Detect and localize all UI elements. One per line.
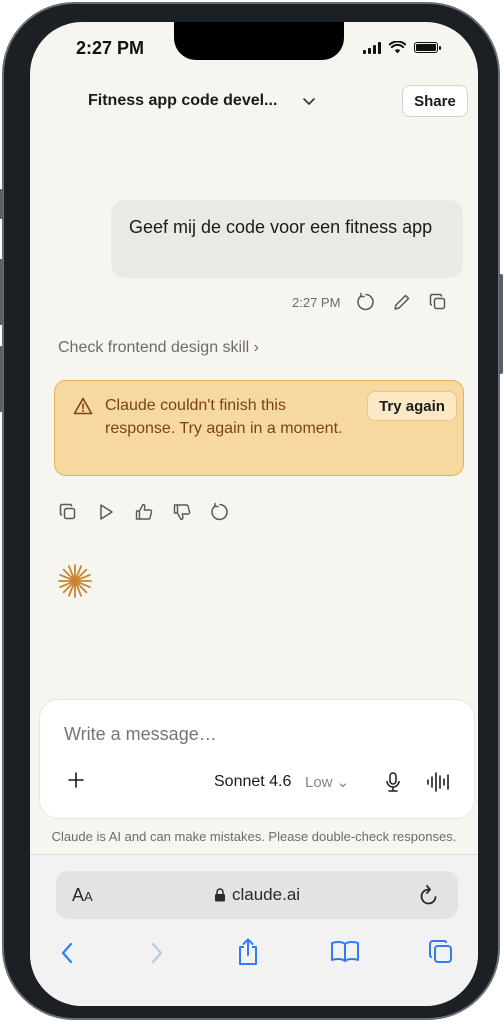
- message-time: 2:27 PM: [292, 294, 341, 310]
- copy-icon[interactable]: [428, 292, 448, 312]
- back-icon[interactable]: [60, 941, 74, 965]
- thumbs-down-icon[interactable]: [172, 502, 192, 522]
- power-button: [499, 274, 503, 374]
- response-actions: [58, 502, 230, 522]
- url-display[interactable]: claude.ai: [214, 885, 300, 905]
- message-input[interactable]: [64, 724, 424, 745]
- url-text: claude.ai: [232, 885, 301, 904]
- chat-title[interactable]: Fitness app code devel...: [88, 92, 277, 110]
- reload-icon[interactable]: [418, 883, 440, 907]
- regenerate-icon[interactable]: [210, 502, 230, 522]
- notch: [174, 22, 344, 60]
- message-composer: Sonnet 4.6 Low ⌄: [40, 700, 474, 818]
- volume-down-button: [0, 346, 3, 412]
- forward-icon[interactable]: [150, 941, 164, 965]
- check-skill-link[interactable]: Check frontend design skill ›: [58, 339, 259, 357]
- chevron-down-icon[interactable]: [302, 94, 316, 108]
- error-message: Claude couldn't finish this response. Tr…: [105, 397, 343, 437]
- signal-icon: [363, 41, 381, 54]
- mute-switch: [0, 189, 3, 219]
- tabs-icon[interactable]: [428, 939, 454, 965]
- microphone-icon[interactable]: [384, 771, 402, 793]
- reader-settings-button[interactable]: AA: [72, 885, 93, 906]
- screen: 2:27 PM Fitness app code devel... Share …: [30, 22, 478, 1006]
- regenerate-icon[interactable]: [356, 292, 376, 312]
- wifi-icon: [389, 41, 406, 54]
- address-bar[interactable]: AA claude.ai: [56, 871, 458, 919]
- share-button[interactable]: Share: [402, 85, 468, 117]
- model-selector[interactable]: Sonnet 4.6: [214, 773, 291, 791]
- copy-icon[interactable]: [58, 502, 78, 522]
- volume-up-button: [0, 259, 3, 325]
- warning-icon: [73, 397, 93, 415]
- share-icon[interactable]: [236, 937, 260, 967]
- skill-link-label: Check frontend design skill: [58, 339, 250, 356]
- edit-icon[interactable]: [392, 292, 412, 312]
- safari-nav: [30, 935, 478, 975]
- status-time: 2:27 PM: [76, 38, 145, 58]
- plus-icon[interactable]: [68, 772, 84, 788]
- message-actions: 2:27 PM: [292, 292, 448, 312]
- spark-icon: [58, 564, 92, 598]
- error-banner: Claude couldn't finish this response. Tr…: [54, 380, 464, 476]
- phone-frame: 2:27 PM Fitness app code devel... Share …: [0, 2, 503, 1020]
- disclaimer: Claude is AI and can make mistakes. Plea…: [51, 829, 457, 844]
- try-again-button[interactable]: Try again: [367, 391, 457, 421]
- status-icons: [363, 41, 441, 54]
- chevron-right-icon: ›: [253, 339, 259, 356]
- battery-icon: [414, 42, 441, 53]
- thumbs-up-icon[interactable]: [134, 502, 154, 522]
- bookmarks-icon[interactable]: [330, 939, 360, 963]
- user-message-bubble: Geef mij de code voor een fitness app: [111, 200, 463, 278]
- play-icon[interactable]: [96, 502, 116, 522]
- effort-selector[interactable]: Low ⌄: [305, 773, 349, 791]
- voice-icon[interactable]: [426, 771, 452, 793]
- lock-icon: [215, 888, 225, 902]
- safari-toolbar: AA claude.ai: [30, 854, 478, 1006]
